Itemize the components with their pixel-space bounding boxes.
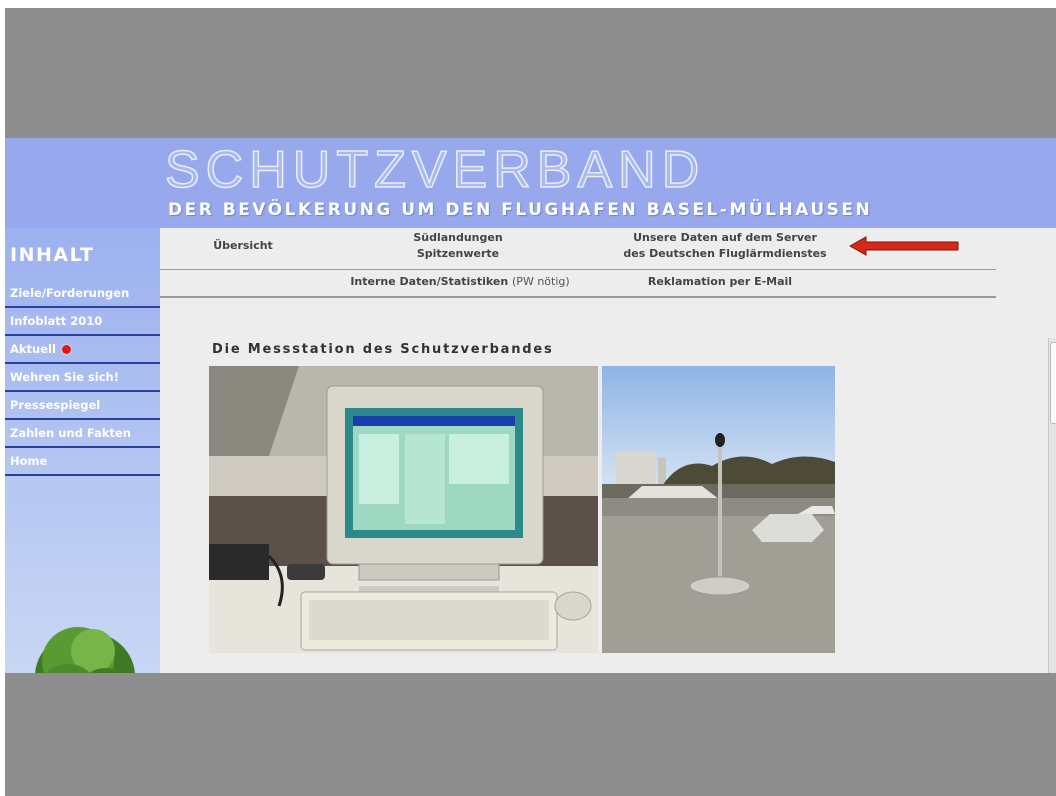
nav-uebersicht[interactable]: Übersicht [208, 238, 278, 254]
sidebar-item-aktuell[interactable]: Aktuell [5, 336, 160, 364]
sidebar-item-pressespiegel[interactable]: Pressespiegel [5, 392, 160, 420]
nav-uebersicht-label: Übersicht [213, 239, 273, 252]
site-title: SCHUTZVERBAND [164, 140, 706, 200]
screen-frame-top [5, 8, 1056, 138]
nav-interne-label: Interne Daten/Statistiken [350, 275, 509, 288]
sidebar-item-label: Home [10, 454, 48, 468]
photo-messstation [602, 366, 835, 653]
nav-suedlandungen[interactable]: Südlandungen Spitzenwerte [388, 230, 528, 262]
sidebar-item-label: Ziele/Forderungen [10, 286, 130, 300]
sidebar-item-home[interactable]: Home [5, 448, 160, 476]
nav-suedlandungen-line1: Südlandungen [413, 231, 503, 244]
sidebar-item-label: Aktuell [10, 342, 56, 356]
nav-spitzenwerte-line2: Spitzenwerte [416, 247, 500, 260]
sidebar-item-wehren[interactable]: Wehren Sie sich! [5, 364, 160, 392]
section-title: Die Messstation des Schutzverbandes [212, 342, 554, 357]
tree-image [23, 606, 143, 673]
sidebar-item-ziele[interactable]: Ziele/Forderungen [5, 280, 160, 308]
sidebar-item-label: Infoblatt 2010 [10, 314, 103, 328]
site-subtitle: DER BEVÖLKERUNG UM DEN FLUGHAFEN BASEL-M… [168, 200, 873, 220]
sidebar-item-zahlen[interactable]: Zahlen und Fakten [5, 420, 160, 448]
nav-server-line1: Unsere Daten auf dem Server [633, 231, 817, 244]
header-banner: SCHUTZVERBAND DER BEVÖLKERUNG UM DEN FLU… [5, 138, 1056, 228]
nav-interne-note: (PW nötig) [512, 275, 570, 288]
photo-computer [209, 366, 598, 653]
page-scrollbar[interactable] [1048, 338, 1056, 673]
nav-interne-daten[interactable]: Interne Daten/Statistiken (PW nötig) [335, 274, 585, 290]
sidebar-item-infoblatt[interactable]: Infoblatt 2010 [5, 308, 160, 336]
sidebar-item-label: Zahlen und Fakten [10, 426, 131, 440]
red-dot-icon [61, 344, 71, 354]
sidebar-heading: INHALT [10, 244, 95, 266]
sidebar-item-label: Wehren Sie sich! [10, 370, 119, 384]
nav-server-daten[interactable]: Unsere Daten auf dem Server des Deutsche… [600, 230, 850, 262]
sidebar-nav: Ziele/Forderungen Infoblatt 2010 Aktuell… [5, 280, 160, 476]
nav-server-line2: des Deutschen Fluglärmdienstes [623, 247, 827, 260]
sidebar: INHALT Ziele/Forderungen Infoblatt 2010 … [5, 228, 160, 673]
nav-reklamation[interactable]: Reklamation per E-Mail [630, 274, 810, 290]
screen-frame-bottom [5, 673, 1056, 796]
nav-divider-bottom [160, 296, 996, 298]
sidebar-item-label: Pressespiegel [10, 398, 101, 412]
nav-divider [160, 269, 996, 270]
webpage: SCHUTZVERBAND DER BEVÖLKERUNG UM DEN FLU… [5, 138, 1056, 673]
nav-reklamation-label: Reklamation per E-Mail [647, 275, 793, 288]
scrollbar-thumb[interactable] [1050, 342, 1056, 424]
red-arrow-icon [848, 236, 960, 256]
